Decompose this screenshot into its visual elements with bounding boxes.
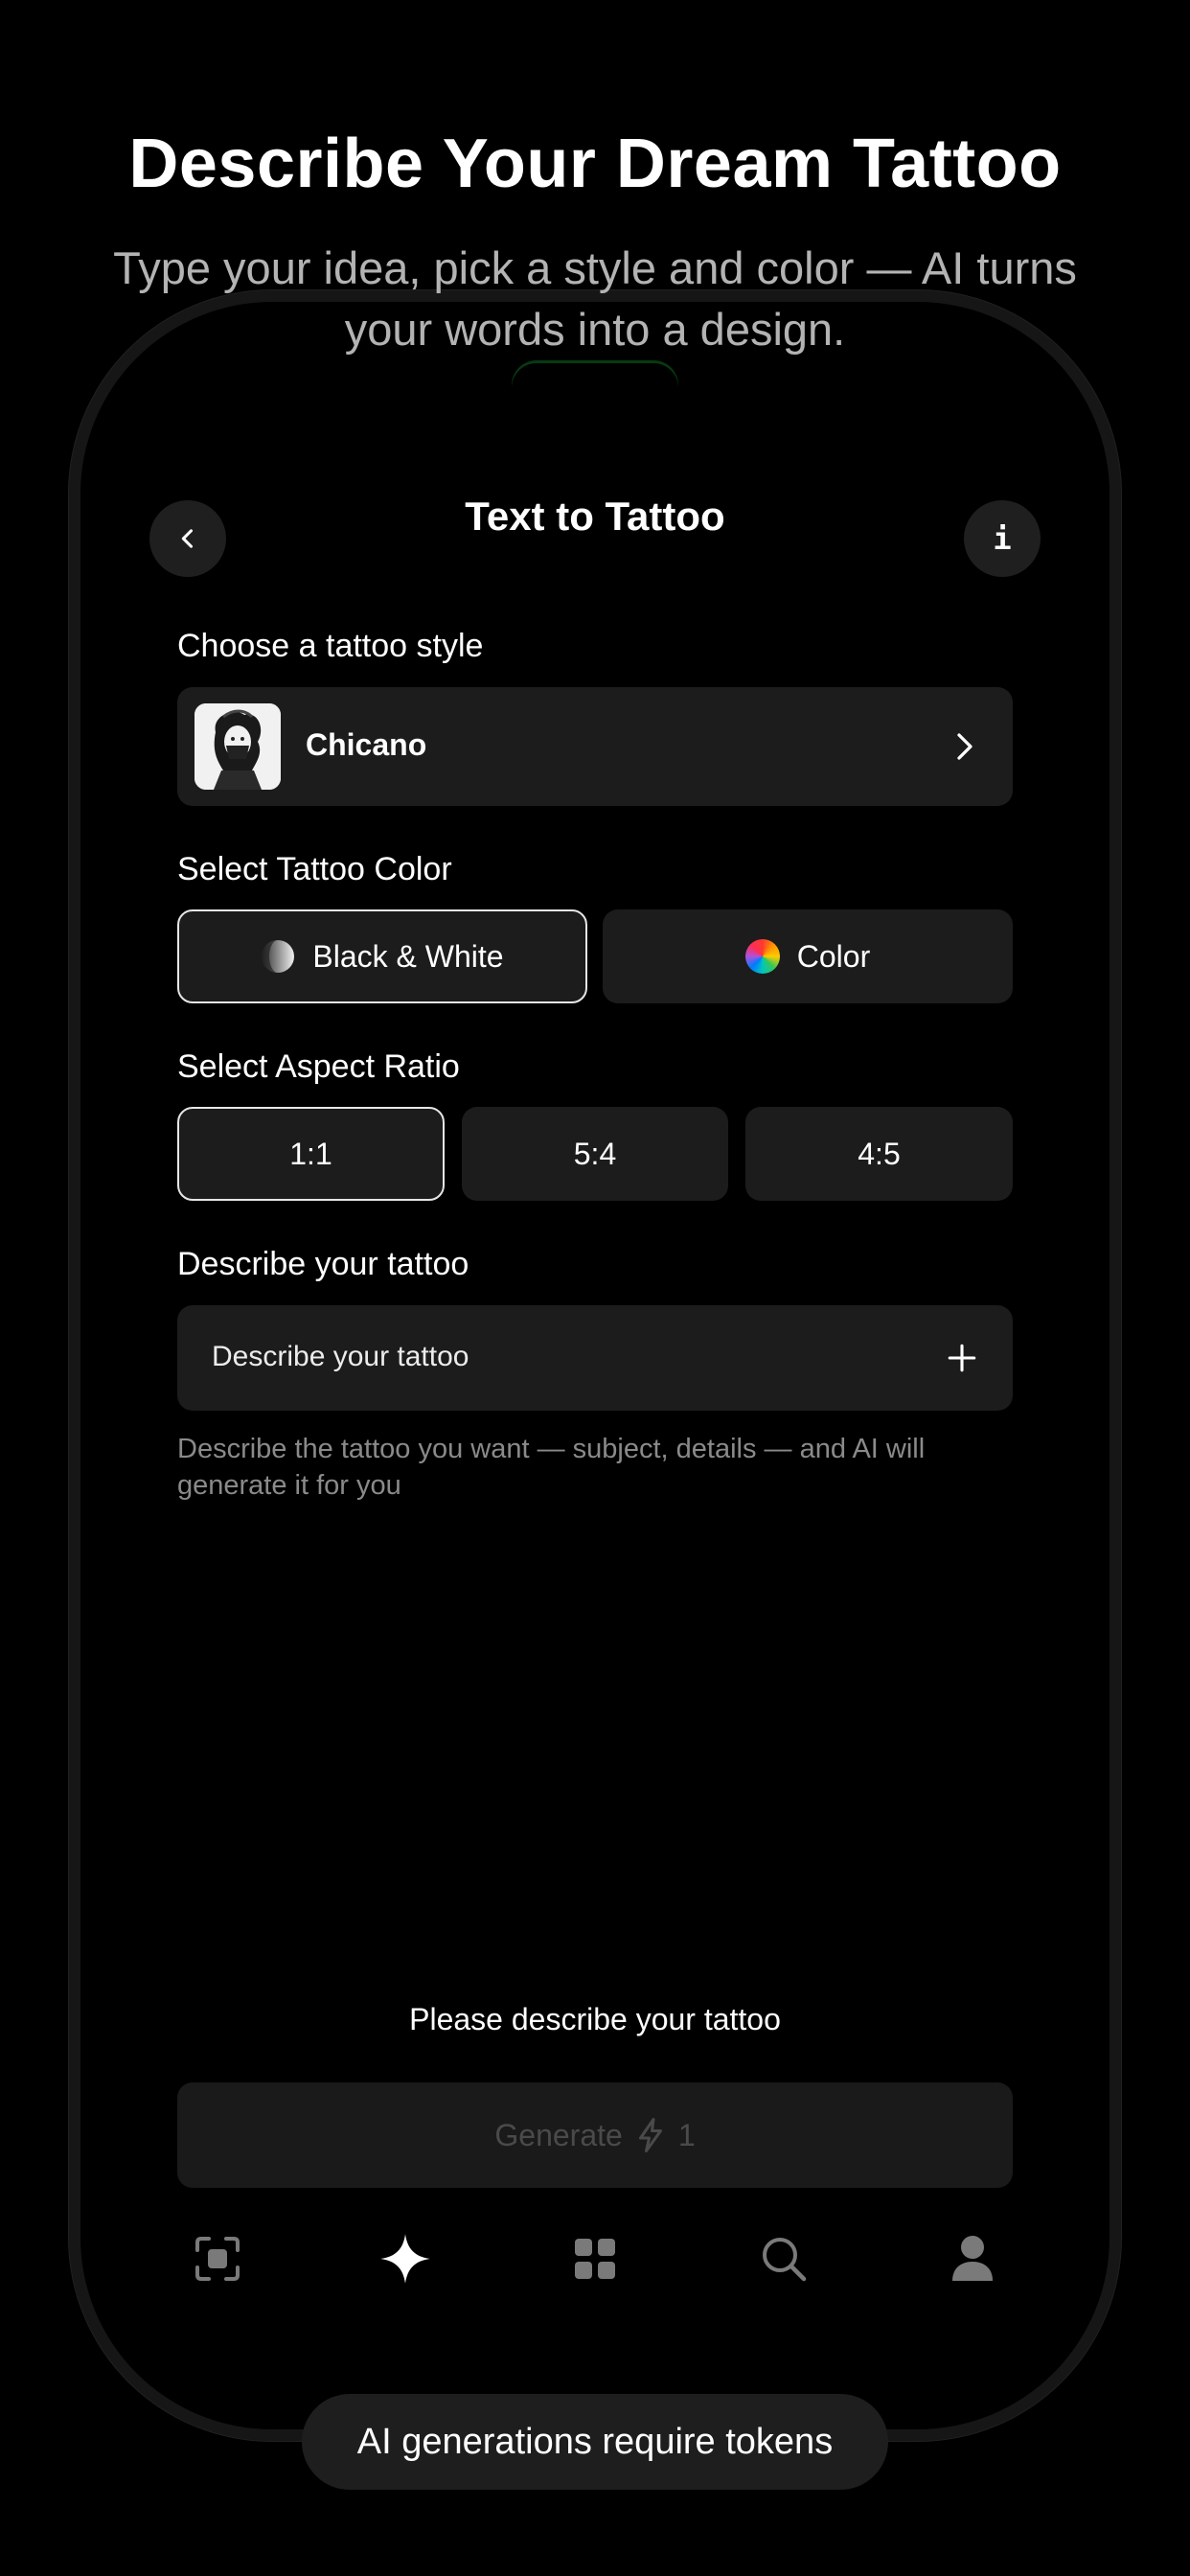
color-option-color[interactable]: Color xyxy=(603,909,1013,1003)
style-section-label: Choose a tattoo style xyxy=(177,628,484,664)
style-thumbnail xyxy=(195,703,281,790)
tab-gallery[interactable] xyxy=(557,2220,633,2297)
generate-button[interactable]: Generate 1 xyxy=(177,2082,1013,2188)
generate-cost: 1 xyxy=(677,2117,696,2152)
color-option-label: Color xyxy=(796,938,871,974)
dynamic-island xyxy=(512,363,678,413)
aspect-option-label: 1:1 xyxy=(289,1136,332,1171)
chevron-right-icon xyxy=(957,733,973,760)
screen-title: Text to Tattoo xyxy=(465,494,725,539)
tab-profile[interactable] xyxy=(934,2220,1011,2297)
search-icon xyxy=(763,2238,807,2282)
person-icon xyxy=(952,2236,993,2281)
token-toast: AI generations require tokens xyxy=(302,2394,888,2490)
color-option-label: Black & White xyxy=(312,938,504,974)
grayscale-circle-icon xyxy=(262,940,295,973)
rainbow-circle-icon xyxy=(744,939,780,974)
scan-icon xyxy=(195,2237,240,2281)
info-button[interactable]: i xyxy=(964,500,1041,577)
describe-input-placeholder: Describe your tattoo xyxy=(212,1341,469,1372)
plus-icon[interactable] xyxy=(946,1342,978,1374)
chicano-thumbnail-image xyxy=(195,703,281,790)
color-option-black-white[interactable]: Black & White xyxy=(177,909,587,1003)
aspect-option-1-1[interactable]: 1:1 xyxy=(177,1107,445,1201)
grid-icon xyxy=(575,2239,615,2279)
describe-hint: Describe the tattoo you want — subject, … xyxy=(177,1434,926,1501)
aspect-option-4-5[interactable]: 4:5 xyxy=(745,1107,1013,1201)
phone-mockup: Text to Tattoo i Choose a tattoo style C… xyxy=(80,302,1110,2429)
aspect-section-label: Select Aspect Ratio xyxy=(177,1048,460,1085)
selected-style-name: Chicano xyxy=(306,727,427,762)
describe-section-label: Describe your tattoo xyxy=(177,1246,469,1282)
generate-label: Generate xyxy=(494,2117,623,2152)
promo-subline: Type your idea, pick a style and color —… xyxy=(113,242,1077,355)
sparkle-icon xyxy=(380,2234,430,2284)
tab-search[interactable] xyxy=(745,2220,822,2297)
color-section-label: Select Tattoo Color xyxy=(177,851,452,887)
status-message: Please describe your tattoo xyxy=(409,2002,781,2036)
lightning-icon xyxy=(638,2118,662,2152)
tab-scan[interactable] xyxy=(179,2220,256,2297)
tab-create[interactable] xyxy=(367,2220,444,2297)
toast-text: AI generations require tokens xyxy=(356,2421,834,2462)
aspect-option-5-4[interactable]: 5:4 xyxy=(462,1107,728,1201)
describe-input[interactable]: Describe your tattoo xyxy=(177,1305,1013,1411)
aspect-option-label: 5:4 xyxy=(573,1136,617,1171)
promo-headline: Describe Your Dream Tattoo xyxy=(128,126,1062,202)
info-icon: i xyxy=(993,520,1012,557)
aspect-option-label: 4:5 xyxy=(858,1136,901,1171)
style-selector[interactable]: Chicano xyxy=(177,687,1013,806)
